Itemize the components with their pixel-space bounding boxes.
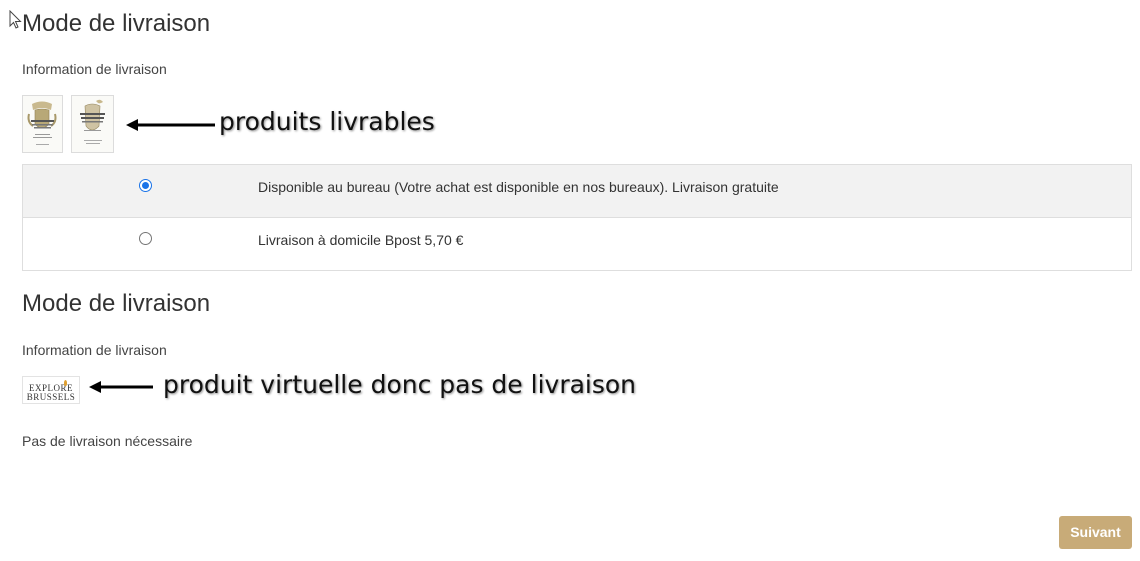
annotation-arrow-icon — [126, 118, 216, 131]
product-crest-image — [72, 96, 113, 152]
delivery-option-label: Disponible au bureau (Votre achat est di… — [258, 179, 779, 195]
no-delivery-required-text: Pas de livraison nécessaire — [22, 433, 193, 449]
annotation-arrow-icon — [89, 380, 154, 393]
flame-icon — [64, 380, 67, 386]
product-crest-image — [23, 96, 62, 152]
radio-home-bpost[interactable] — [139, 232, 152, 245]
delivery-option-home-bpost[interactable]: Livraison à domicile Bpost 5,70 € — [23, 218, 1131, 271]
mouse-cursor-icon — [9, 9, 23, 35]
logo-line-2: BRUSSELS — [26, 392, 76, 402]
annotation-deliverable-products: produits livrables — [219, 107, 435, 136]
delivery-option-label: Livraison à domicile Bpost 5,70 € — [258, 232, 464, 248]
radio-office-pickup[interactable] — [139, 179, 152, 192]
product-thumbnail — [22, 95, 63, 153]
annotation-virtual-product: produit virtuelle donc pas de livraison — [163, 370, 637, 399]
section-title-delivery-mode: Mode de livraison — [22, 10, 211, 37]
next-button[interactable]: Suivant — [1059, 516, 1132, 549]
delivery-options-table: Disponible au bureau (Votre achat est di… — [22, 164, 1132, 271]
delivery-info-label: Information de livraison — [22, 342, 167, 358]
explore-brussels-logo: EXPLORE BRUSSELS — [22, 376, 80, 404]
product-thumbnail — [71, 95, 114, 153]
section-title-delivery-mode: Mode de livraison — [22, 290, 211, 317]
delivery-option-office-pickup[interactable]: Disponible au bureau (Votre achat est di… — [23, 165, 1131, 218]
delivery-info-label: Information de livraison — [22, 61, 167, 77]
